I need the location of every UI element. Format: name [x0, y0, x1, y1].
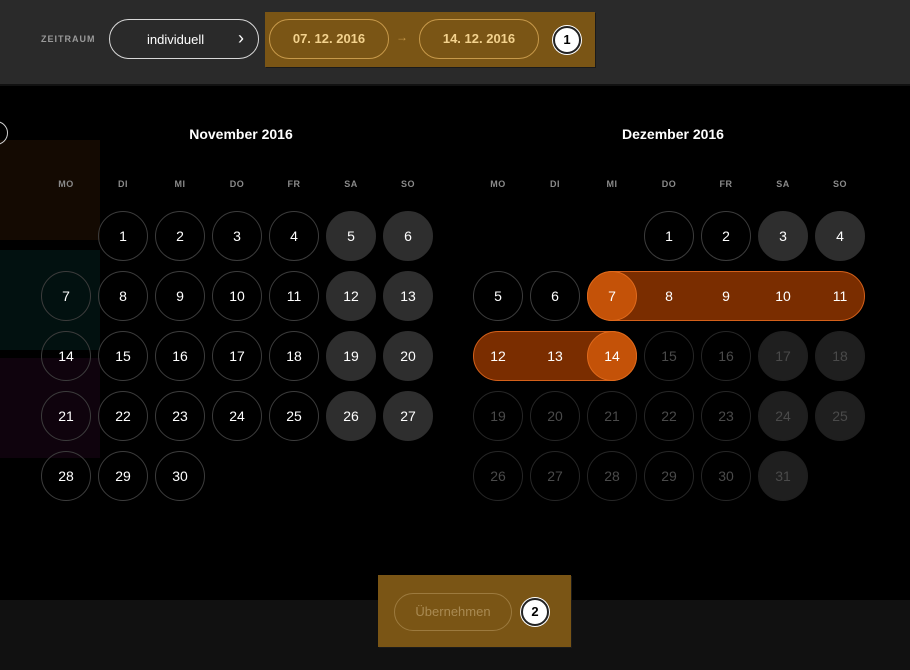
- day-december-12[interactable]: 12: [473, 331, 523, 381]
- weekday-header-november: MO: [58, 179, 74, 189]
- day-november-4[interactable]: 4: [269, 211, 319, 261]
- day-december-13[interactable]: 13: [530, 331, 580, 381]
- day-december-23: 23: [701, 391, 751, 441]
- zeitraum-label: ZEITRAUM: [41, 34, 96, 44]
- weekday-header-november: DO: [229, 179, 245, 189]
- day-november-24[interactable]: 24: [212, 391, 262, 441]
- day-december-29: 29: [644, 451, 694, 501]
- arrow-right-icon: →: [396, 30, 408, 44]
- weekday-header-november: SO: [400, 179, 415, 189]
- day-november-30[interactable]: 30: [155, 451, 205, 501]
- day-november-2[interactable]: 2: [155, 211, 205, 261]
- weekday-header-december: DI: [550, 179, 560, 189]
- step-marker-2: 2: [521, 598, 549, 626]
- day-december-24: 24: [758, 391, 808, 441]
- day-november-29[interactable]: 29: [98, 451, 148, 501]
- day-november-19[interactable]: 19: [326, 331, 376, 381]
- day-november-28[interactable]: 28: [41, 451, 91, 501]
- day-november-17[interactable]: 17: [212, 331, 262, 381]
- day-december-8[interactable]: 8: [644, 271, 694, 321]
- day-november-15[interactable]: 15: [98, 331, 148, 381]
- chevron-right-icon: ›: [238, 28, 244, 48]
- day-november-14[interactable]: 14: [41, 331, 91, 381]
- day-december-26: 26: [473, 451, 523, 501]
- day-december-10[interactable]: 10: [758, 271, 808, 321]
- weekday-header-december: SA: [776, 179, 790, 189]
- day-december-15: 15: [644, 331, 694, 381]
- day-december-21: 21: [587, 391, 637, 441]
- day-december-1[interactable]: 1: [644, 211, 694, 261]
- day-december-22: 22: [644, 391, 694, 441]
- day-november-7[interactable]: 7: [41, 271, 91, 321]
- day-december-31: 31: [758, 451, 808, 501]
- day-november-23[interactable]: 23: [155, 391, 205, 441]
- day-december-7[interactable]: 7: [587, 271, 637, 321]
- day-november-8[interactable]: 8: [98, 271, 148, 321]
- day-december-4[interactable]: 4: [815, 211, 865, 261]
- day-november-22[interactable]: 22: [98, 391, 148, 441]
- day-november-20[interactable]: 20: [383, 331, 433, 381]
- day-december-2[interactable]: 2: [701, 211, 751, 261]
- day-november-9[interactable]: 9: [155, 271, 205, 321]
- day-december-6[interactable]: 6: [530, 271, 580, 321]
- day-november-25[interactable]: 25: [269, 391, 319, 441]
- day-december-25: 25: [815, 391, 865, 441]
- day-december-20: 20: [530, 391, 580, 441]
- weekday-header-december: MI: [606, 179, 618, 189]
- day-december-11[interactable]: 11: [815, 271, 865, 321]
- day-november-26[interactable]: 26: [326, 391, 376, 441]
- day-december-30: 30: [701, 451, 751, 501]
- day-december-28: 28: [587, 451, 637, 501]
- weekday-header-december: DO: [661, 179, 677, 189]
- weekday-header-november: SA: [344, 179, 358, 189]
- period-selector-label: individuell: [147, 32, 205, 47]
- day-december-5[interactable]: 5: [473, 271, 523, 321]
- day-november-13[interactable]: 13: [383, 271, 433, 321]
- day-november-18[interactable]: 18: [269, 331, 319, 381]
- day-december-9[interactable]: 9: [701, 271, 751, 321]
- day-november-10[interactable]: 10: [212, 271, 262, 321]
- day-december-16: 16: [701, 331, 751, 381]
- day-december-17: 17: [758, 331, 808, 381]
- day-november-5[interactable]: 5: [326, 211, 376, 261]
- day-november-16[interactable]: 16: [155, 331, 205, 381]
- day-december-14[interactable]: 14: [587, 331, 637, 381]
- apply-button[interactable]: Übernehmen: [394, 593, 512, 631]
- day-november-21[interactable]: 21: [41, 391, 91, 441]
- month-title-november: November 2016: [189, 126, 293, 142]
- day-december-27: 27: [530, 451, 580, 501]
- day-november-11[interactable]: 11: [269, 271, 319, 321]
- weekday-header-december: SO: [832, 179, 847, 189]
- day-november-6[interactable]: 6: [383, 211, 433, 261]
- day-december-3[interactable]: 3: [758, 211, 808, 261]
- period-selector-button[interactable]: individuell ›: [109, 19, 259, 59]
- day-november-12[interactable]: 12: [326, 271, 376, 321]
- weekday-header-november: FR: [287, 179, 301, 189]
- day-november-27[interactable]: 27: [383, 391, 433, 441]
- day-november-1[interactable]: 1: [98, 211, 148, 261]
- day-december-18: 18: [815, 331, 865, 381]
- month-title-december: Dezember 2016: [622, 126, 724, 142]
- background-panel: [0, 140, 100, 240]
- weekday-header-november: DI: [118, 179, 128, 189]
- day-november-3[interactable]: 3: [212, 211, 262, 261]
- date-to-field[interactable]: 14. 12. 2016: [419, 19, 539, 59]
- day-december-19: 19: [473, 391, 523, 441]
- weekday-header-december: FR: [719, 179, 733, 189]
- step-marker-1: 1: [553, 26, 581, 54]
- date-from-field[interactable]: 07. 12. 2016: [269, 19, 389, 59]
- weekday-header-november: MI: [174, 179, 186, 189]
- weekday-header-december: MO: [490, 179, 506, 189]
